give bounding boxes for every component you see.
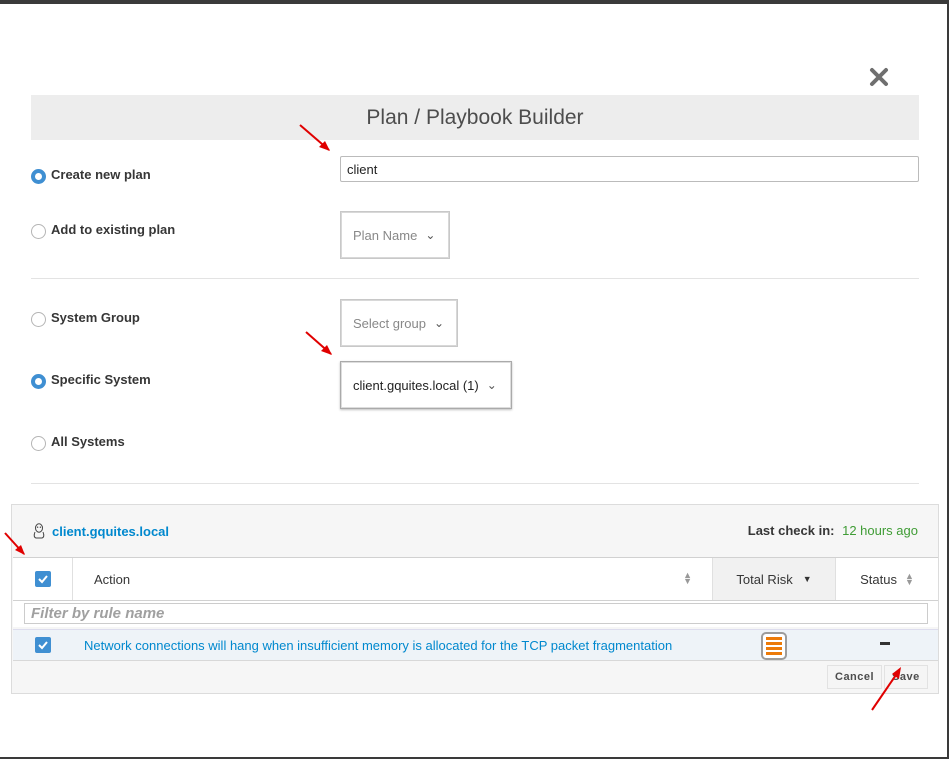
radio-unchecked-icon[interactable] <box>31 224 46 239</box>
linux-icon <box>33 523 45 539</box>
rule-filter-input[interactable] <box>24 603 928 624</box>
rules-table-header: Action ▲ ▼ Total Risk ▼ Status ▲ ▼ <box>13 557 938 601</box>
annotation-arrow-icon <box>305 331 332 355</box>
table-row[interactable]: Network connections will hang when insuf… <box>13 629 938 661</box>
sort-icon: ▲ ▼ <box>683 570 692 586</box>
rule-action-link[interactable]: Network connections will hang when insuf… <box>84 638 672 653</box>
add-existing-plan-radio[interactable]: Add to existing plan <box>31 222 176 239</box>
save-button[interactable]: Save <box>884 665 928 689</box>
action-column-label: Action <box>94 571 131 587</box>
radio-unchecked-icon[interactable] <box>31 312 46 327</box>
row-checkbox-cell <box>13 637 73 653</box>
select-all-checkbox[interactable] <box>34 571 51 587</box>
sort-icon: ▲ ▼ <box>904 571 914 587</box>
last-checkin-label: Last check in: <box>747 523 835 538</box>
total-risk-column-header[interactable]: Total Risk ▼ <box>712 558 836 600</box>
system-link[interactable]: client.gquites.local <box>52 524 169 539</box>
total-risk-column-label: Total Risk <box>736 571 793 587</box>
plan-builder-modal: Plan / Playbook Builder Create new plan … <box>0 4 947 757</box>
all-systems-label: All Systems <box>51 434 125 449</box>
system-dropdown-label: client.gquites.local (1) <box>353 377 479 393</box>
radio-checked-icon[interactable] <box>31 374 46 389</box>
system-group-label: System Group <box>51 310 140 325</box>
radio-checked-icon[interactable] <box>31 169 46 184</box>
system-group-radio[interactable]: System Group <box>31 310 140 327</box>
system-dropdown[interactable]: client.gquites.local (1) ⌄ <box>340 361 512 409</box>
row-checkbox[interactable] <box>35 637 51 653</box>
plan-name-dropdown-label: Plan Name <box>353 227 418 243</box>
system-rules-panel: client.gquites.local Last check in: 12 h… <box>11 504 939 694</box>
add-existing-plan-label: Add to existing plan <box>51 222 176 237</box>
all-systems-radio[interactable]: All Systems <box>31 434 125 451</box>
panel-footer: Cancel Save <box>13 662 938 692</box>
status-column-header[interactable]: Status ▲ ▼ <box>836 558 938 600</box>
sort-desc-icon: ▼ <box>802 574 812 584</box>
checkmark-icon <box>38 641 48 650</box>
plan-name-dropdown[interactable]: Plan Name ⌄ <box>340 211 450 259</box>
close-icon[interactable] <box>866 64 892 90</box>
group-dropdown-label: Select group <box>353 315 426 331</box>
group-dropdown[interactable]: Select group ⌄ <box>340 299 458 347</box>
section-divider <box>31 278 919 279</box>
select-all-cell <box>13 558 73 600</box>
create-new-plan-radio[interactable]: Create new plan <box>31 167 151 184</box>
checkmark-icon <box>37 575 48 584</box>
plan-name-input[interactable] <box>340 156 919 182</box>
modal-title: Plan / Playbook Builder <box>31 95 919 140</box>
radio-unchecked-icon[interactable] <box>31 436 46 451</box>
filter-row <box>13 601 938 627</box>
chevron-down-icon: ⌄ <box>486 378 497 392</box>
panel-header: client.gquites.local Last check in: 12 h… <box>12 505 938 557</box>
create-new-plan-label: Create new plan <box>51 167 151 182</box>
action-column-header[interactable]: Action ▲ ▼ <box>74 558 712 600</box>
risk-level-icon <box>761 632 787 660</box>
status-column-label: Status <box>860 571 897 587</box>
status-dash <box>880 642 890 645</box>
section-divider <box>31 483 919 484</box>
cancel-button[interactable]: Cancel <box>827 665 883 689</box>
chevron-down-icon: ⌄ <box>425 228 436 242</box>
specific-system-radio[interactable]: Specific System <box>31 372 151 389</box>
last-checkin-value: 12 hours ago <box>842 523 918 538</box>
last-checkin: Last check in: 12 hours ago <box>748 523 918 538</box>
chevron-down-icon: ⌄ <box>434 316 445 330</box>
specific-system-label: Specific System <box>51 372 151 387</box>
